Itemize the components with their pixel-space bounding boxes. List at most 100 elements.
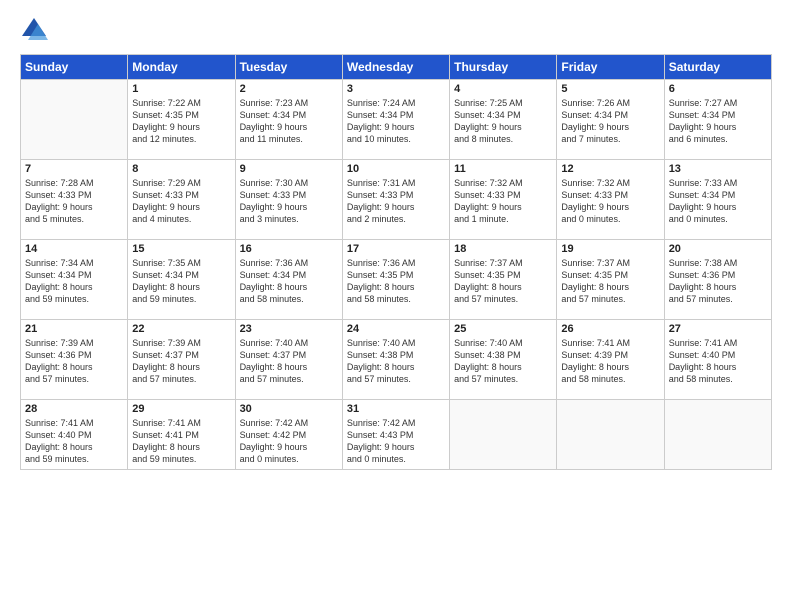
- day-number: 18: [454, 243, 552, 255]
- day-number: 23: [240, 323, 338, 335]
- calendar-cell: 14 Sunrise: 7:34 AM Sunset: 4:34 PM Dayli…: [21, 240, 128, 320]
- calendar-table: SundayMondayTuesdayWednesdayThursdayFrid…: [20, 54, 772, 470]
- calendar-cell: [557, 400, 664, 470]
- day-number: 3: [347, 83, 445, 95]
- calendar-cell: 29Sunrise: 7:41 AM Sunset: 4:41 PM Dayli…: [128, 400, 235, 470]
- calendar-cell: 24Sunrise: 7:40 AM Sunset: 4:38 PM Dayli…: [342, 320, 449, 400]
- cell-content: Sunrise: 7:25 AM Sunset: 4:34 PM Dayligh…: [454, 97, 552, 146]
- calendar-cell: 10 Sunrise: 7:31 AM Sunset: 4:33 PM Dayli…: [342, 160, 449, 240]
- calendar-cell: 15 Sunrise: 7:35 AM Sunset: 4:34 PM Dayli…: [128, 240, 235, 320]
- calendar-week-row: 7 Sunrise: 7:28 AM Sunset: 4:33 PM Daylig…: [21, 160, 772, 240]
- cell-content: Sunrise: 7:28 AM Sunset: 4:33 PM Dayligh…: [25, 177, 123, 226]
- day-number: 16: [240, 243, 338, 255]
- calendar-cell: [664, 400, 771, 470]
- day-number: 22: [132, 323, 230, 335]
- day-number: 15: [132, 243, 230, 255]
- day-number: 24: [347, 323, 445, 335]
- cell-content: Sunrise: 7:41 AM Sunset: 4:41 PM Dayligh…: [132, 417, 230, 466]
- calendar-cell: [450, 400, 557, 470]
- calendar-cell: 4 Sunrise: 7:25 AM Sunset: 4:34 PM Daylig…: [450, 80, 557, 160]
- calendar-week-row: 21Sunrise: 7:39 AM Sunset: 4:36 PM Dayli…: [21, 320, 772, 400]
- header: [20, 16, 772, 44]
- logo-icon: [20, 16, 48, 44]
- day-number: 10: [347, 163, 445, 175]
- calendar-cell: 11 Sunrise: 7:32 AM Sunset: 4:33 PM Dayli…: [450, 160, 557, 240]
- cell-content: Sunrise: 7:32 AM Sunset: 4:33 PM Dayligh…: [454, 177, 552, 226]
- day-number: 6: [669, 83, 767, 95]
- day-number: 11: [454, 163, 552, 175]
- day-number: 5: [561, 83, 659, 95]
- cell-content: Sunrise: 7:38 AM Sunset: 4:36 PM Dayligh…: [669, 257, 767, 306]
- day-number: 9: [240, 163, 338, 175]
- calendar-cell: 27 Sunrise: 7:41 AM Sunset: 4:40 PM Dayli…: [664, 320, 771, 400]
- calendar-day-header: Tuesday: [235, 55, 342, 80]
- calendar-day-header: Saturday: [664, 55, 771, 80]
- calendar-week-row: 28Sunrise: 7:41 AM Sunset: 4:40 PM Dayli…: [21, 400, 772, 470]
- day-number: 26: [561, 323, 659, 335]
- calendar-cell: 9Sunrise: 7:30 AM Sunset: 4:33 PM Daylig…: [235, 160, 342, 240]
- cell-content: Sunrise: 7:34 AM Sunset: 4:34 PM Dayligh…: [25, 257, 123, 306]
- calendar-day-header: Wednesday: [342, 55, 449, 80]
- cell-content: Sunrise: 7:27 AM Sunset: 4:34 PM Dayligh…: [669, 97, 767, 146]
- day-number: 17: [347, 243, 445, 255]
- calendar-cell: 23 Sunrise: 7:40 AM Sunset: 4:37 PM Dayli…: [235, 320, 342, 400]
- cell-content: Sunrise: 7:36 AM Sunset: 4:34 PM Dayligh…: [240, 257, 338, 306]
- page: SundayMondayTuesdayWednesdayThursdayFrid…: [0, 0, 792, 612]
- calendar-cell: 7 Sunrise: 7:28 AM Sunset: 4:33 PM Daylig…: [21, 160, 128, 240]
- calendar-cell: 25Sunrise: 7:40 AM Sunset: 4:38 PM Dayli…: [450, 320, 557, 400]
- cell-content: Sunrise: 7:26 AM Sunset: 4:34 PM Dayligh…: [561, 97, 659, 146]
- calendar-cell: 8Sunrise: 7:29 AM Sunset: 4:33 PM Daylig…: [128, 160, 235, 240]
- day-number: 31: [347, 403, 445, 415]
- calendar-cell: 16 Sunrise: 7:36 AM Sunset: 4:34 PM Dayli…: [235, 240, 342, 320]
- day-number: 13: [669, 163, 767, 175]
- calendar-cell: 28Sunrise: 7:41 AM Sunset: 4:40 PM Dayli…: [21, 400, 128, 470]
- calendar-cell: 6 Sunrise: 7:27 AM Sunset: 4:34 PM Daylig…: [664, 80, 771, 160]
- day-number: 1: [132, 83, 230, 95]
- cell-content: Sunrise: 7:32 AM Sunset: 4:33 PM Dayligh…: [561, 177, 659, 226]
- calendar-cell: 20 Sunrise: 7:38 AM Sunset: 4:36 PM Dayli…: [664, 240, 771, 320]
- cell-content: Sunrise: 7:41 AM Sunset: 4:40 PM Dayligh…: [669, 337, 767, 386]
- calendar-cell: 18Sunrise: 7:37 AM Sunset: 4:35 PM Dayli…: [450, 240, 557, 320]
- calendar-day-header: Monday: [128, 55, 235, 80]
- cell-content: Sunrise: 7:35 AM Sunset: 4:34 PM Dayligh…: [132, 257, 230, 306]
- calendar-day-header: Sunday: [21, 55, 128, 80]
- calendar-cell: 3 Sunrise: 7:24 AM Sunset: 4:34 PM Daylig…: [342, 80, 449, 160]
- day-number: 30: [240, 403, 338, 415]
- cell-content: Sunrise: 7:40 AM Sunset: 4:38 PM Dayligh…: [454, 337, 552, 386]
- cell-content: Sunrise: 7:42 AM Sunset: 4:43 PM Dayligh…: [347, 417, 445, 466]
- calendar-cell: 21Sunrise: 7:39 AM Sunset: 4:36 PM Dayli…: [21, 320, 128, 400]
- day-number: 27: [669, 323, 767, 335]
- calendar-cell: 12Sunrise: 7:32 AM Sunset: 4:33 PM Dayli…: [557, 160, 664, 240]
- calendar-header-row: SundayMondayTuesdayWednesdayThursdayFrid…: [21, 55, 772, 80]
- cell-content: Sunrise: 7:33 AM Sunset: 4:34 PM Dayligh…: [669, 177, 767, 226]
- day-number: 7: [25, 163, 123, 175]
- cell-content: Sunrise: 7:22 AM Sunset: 4:35 PM Dayligh…: [132, 97, 230, 146]
- cell-content: Sunrise: 7:23 AM Sunset: 4:34 PM Dayligh…: [240, 97, 338, 146]
- calendar-week-row: 1 Sunrise: 7:22 AM Sunset: 4:35 PM Daylig…: [21, 80, 772, 160]
- calendar-cell: 31 Sunrise: 7:42 AM Sunset: 4:43 PM Dayli…: [342, 400, 449, 470]
- cell-content: Sunrise: 7:39 AM Sunset: 4:37 PM Dayligh…: [132, 337, 230, 386]
- day-number: 21: [25, 323, 123, 335]
- calendar-cell: [21, 80, 128, 160]
- cell-content: Sunrise: 7:40 AM Sunset: 4:37 PM Dayligh…: [240, 337, 338, 386]
- logo: [20, 16, 52, 44]
- cell-content: Sunrise: 7:41 AM Sunset: 4:39 PM Dayligh…: [561, 337, 659, 386]
- day-number: 19: [561, 243, 659, 255]
- calendar-cell: 1 Sunrise: 7:22 AM Sunset: 4:35 PM Daylig…: [128, 80, 235, 160]
- cell-content: Sunrise: 7:41 AM Sunset: 4:40 PM Dayligh…: [25, 417, 123, 466]
- calendar-cell: 30 Sunrise: 7:42 AM Sunset: 4:42 PM Dayli…: [235, 400, 342, 470]
- cell-content: Sunrise: 7:31 AM Sunset: 4:33 PM Dayligh…: [347, 177, 445, 226]
- calendar-week-row: 14 Sunrise: 7:34 AM Sunset: 4:34 PM Dayli…: [21, 240, 772, 320]
- cell-content: Sunrise: 7:24 AM Sunset: 4:34 PM Dayligh…: [347, 97, 445, 146]
- calendar-cell: 13 Sunrise: 7:33 AM Sunset: 4:34 PM Dayli…: [664, 160, 771, 240]
- cell-content: Sunrise: 7:42 AM Sunset: 4:42 PM Dayligh…: [240, 417, 338, 466]
- cell-content: Sunrise: 7:37 AM Sunset: 4:35 PM Dayligh…: [561, 257, 659, 306]
- day-number: 20: [669, 243, 767, 255]
- cell-content: Sunrise: 7:36 AM Sunset: 4:35 PM Dayligh…: [347, 257, 445, 306]
- day-number: 14: [25, 243, 123, 255]
- day-number: 4: [454, 83, 552, 95]
- calendar-day-header: Thursday: [450, 55, 557, 80]
- calendar-cell: 19 Sunrise: 7:37 AM Sunset: 4:35 PM Dayli…: [557, 240, 664, 320]
- day-number: 8: [132, 163, 230, 175]
- calendar-cell: 22 Sunrise: 7:39 AM Sunset: 4:37 PM Dayli…: [128, 320, 235, 400]
